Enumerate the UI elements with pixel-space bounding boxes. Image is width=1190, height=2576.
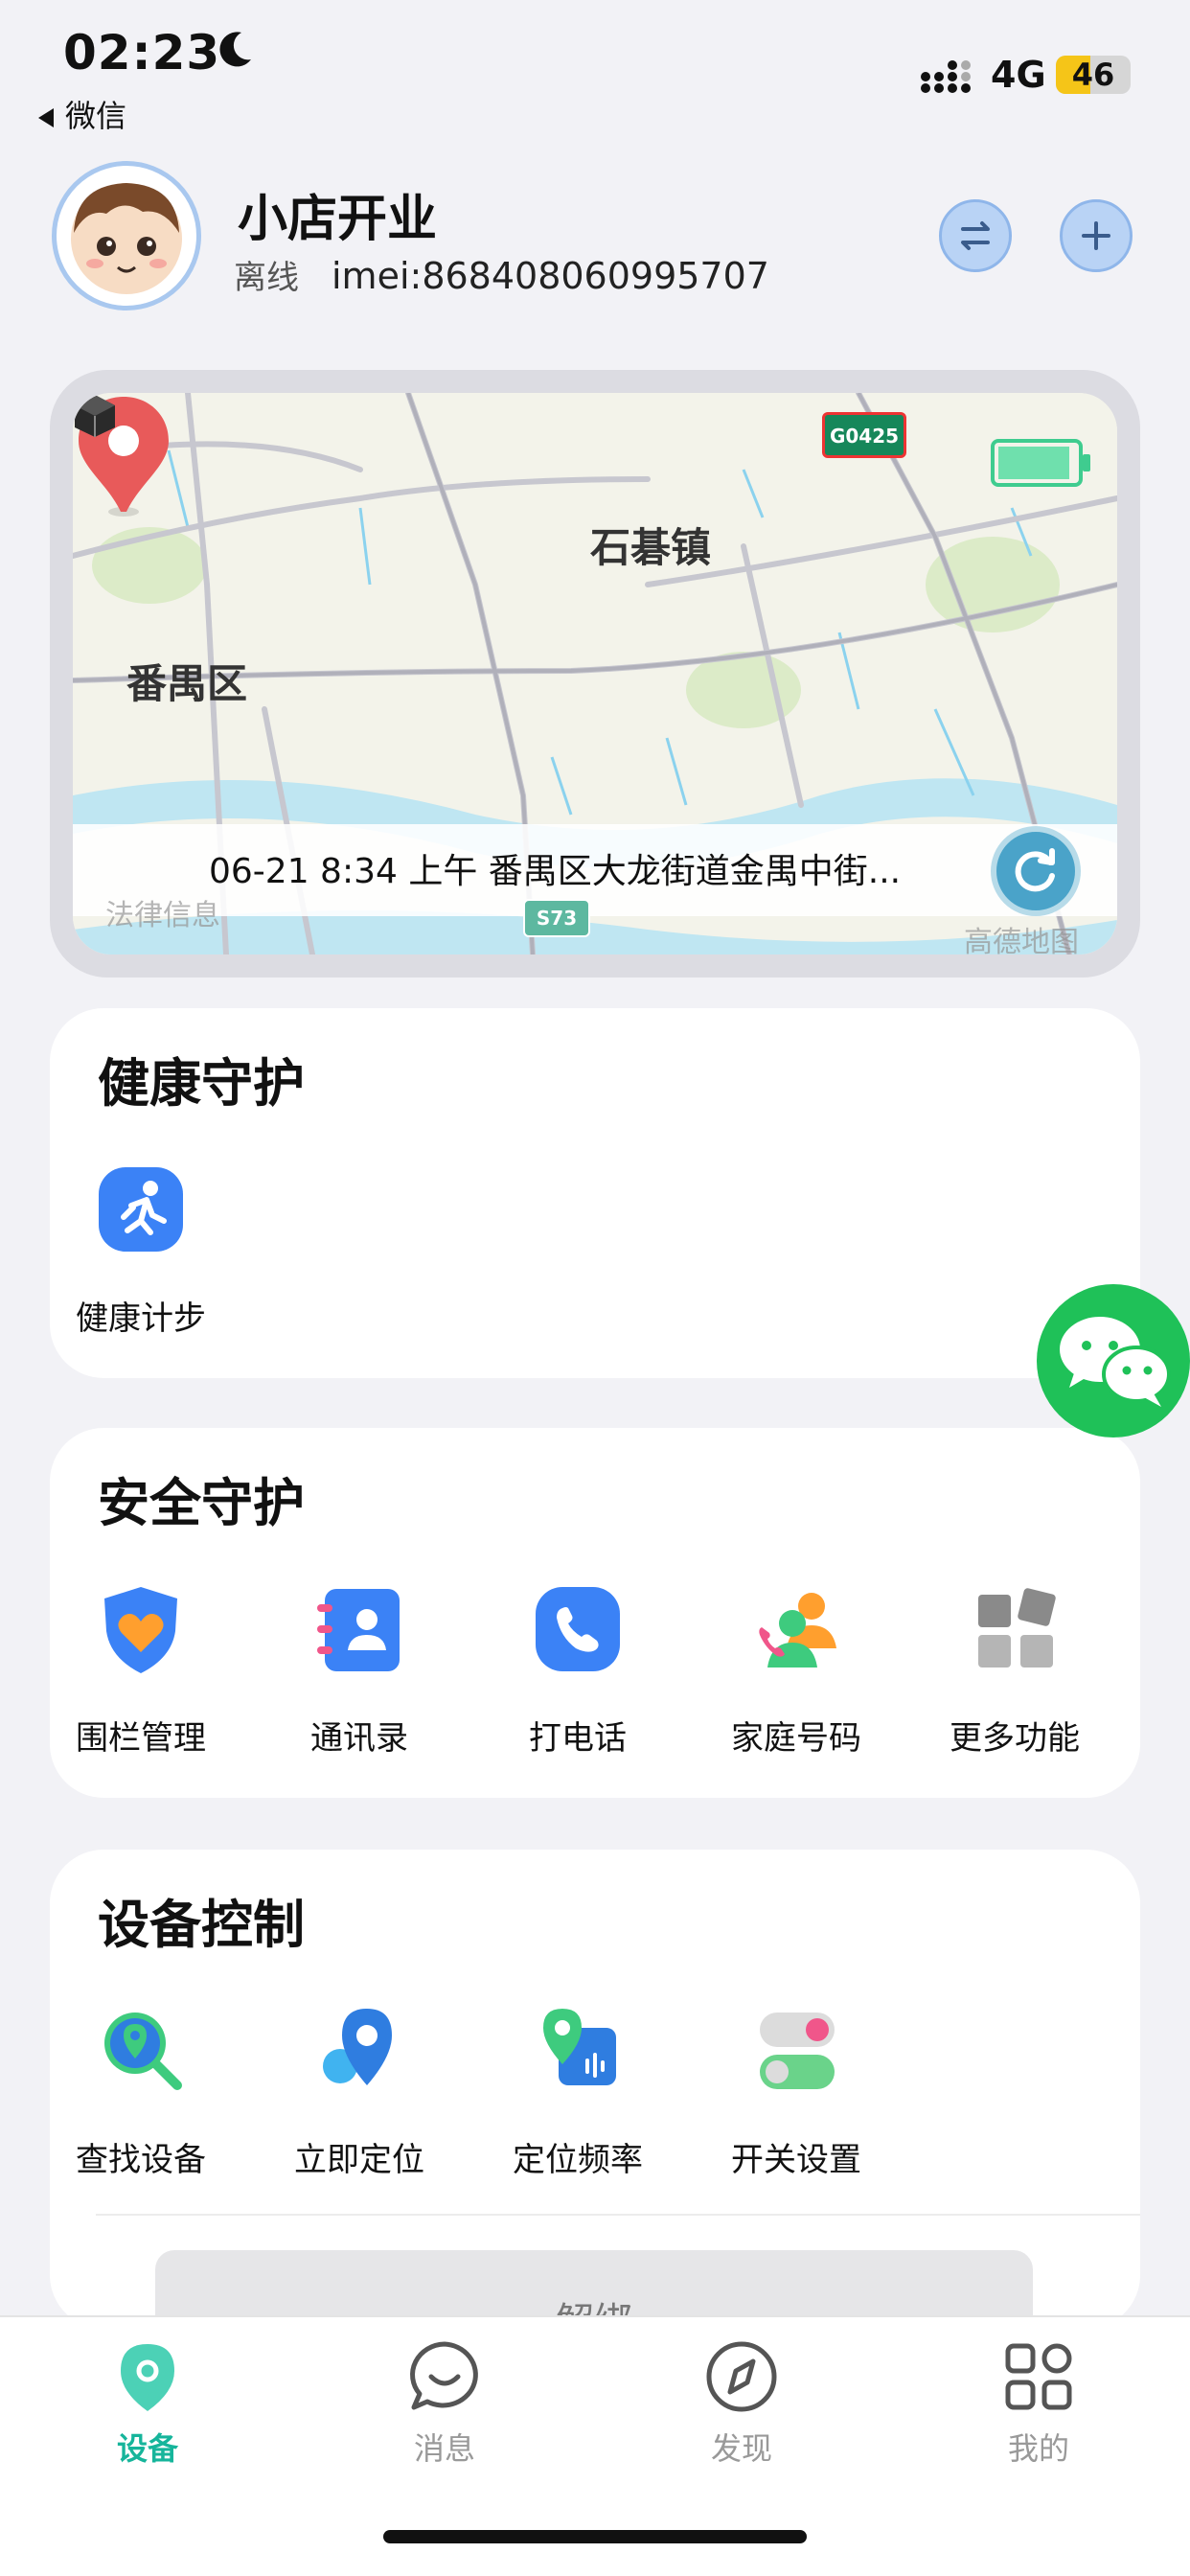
switch-device-button[interactable] — [939, 199, 1012, 272]
compass-icon — [703, 2338, 780, 2415]
tab-device[interactable]: 设备 — [61, 2338, 234, 2469]
contacts-item[interactable]: 通讯录 — [268, 1581, 450, 1759]
location-frequency-icon — [530, 2003, 626, 2099]
family-number-item[interactable]: 家庭号码 — [705, 1581, 887, 1759]
grid-icon — [1000, 2338, 1077, 2415]
status-time: 02:23 — [63, 25, 221, 80]
map-legal-watermark[interactable]: 法律信息 — [105, 891, 220, 933]
message-icon — [406, 2338, 483, 2415]
device-battery-icon — [991, 439, 1090, 487]
tab-discover-label: 发现 — [710, 2430, 772, 2467]
back-to-wechat-link[interactable]: 微信 — [38, 92, 126, 136]
road-badge-s73: S73 — [523, 899, 590, 937]
signal-icon — [921, 60, 971, 93]
address-text: 06-21 8:34 上午 番禺区大龙街道金禺中街... — [209, 852, 902, 891]
more-features-item[interactable]: 更多功能 — [924, 1581, 1106, 1759]
wechat-icon — [1060, 1317, 1171, 1407]
locate-now-icon — [311, 2003, 407, 2099]
more-features-label: 更多功能 — [950, 1719, 1080, 1758]
device-status-line: 离线 imei:868408060995707 — [234, 251, 769, 298]
safety-card: 安全守护 围栏管理 通讯录 打电话 家庭号码 更多功能 — [50, 1428, 1140, 1798]
grid-more-icon — [967, 1581, 1063, 1677]
tab-messages-label: 消息 — [413, 2430, 475, 2467]
health-step-label: 健康计步 — [76, 1300, 206, 1338]
find-device-label: 查找设备 — [76, 2141, 206, 2179]
safety-section-title: 安全守护 — [98, 1473, 305, 1533]
refresh-icon — [1015, 848, 1055, 892]
home-indicator[interactable] — [383, 2530, 807, 2543]
location-frequency-item[interactable]: 定位频率 — [487, 2003, 669, 2180]
tab-device-label: 设备 — [116, 2430, 178, 2467]
device-title: 小店开业 — [238, 191, 438, 248]
fence-management-label: 围栏管理 — [76, 1719, 206, 1758]
map-card: 石碁镇 番禺区 G0425 06-21 8:34 上午 番禺区大龙街道金禺中街.… — [50, 370, 1140, 978]
back-app-label: 微信 — [65, 98, 127, 134]
call-label: 打电话 — [529, 1719, 627, 1758]
network-type: 4G — [991, 54, 1046, 96]
family-number-label: 家庭号码 — [731, 1719, 861, 1758]
call-item[interactable]: 打电话 — [487, 1581, 669, 1759]
amap-watermark: 高德地图 — [964, 926, 1079, 954]
imei-text: imei:868408060995707 — [332, 255, 769, 297]
wechat-float-button[interactable] — [1037, 1284, 1190, 1438]
switch-settings-item[interactable]: 开关设置 — [705, 2003, 887, 2180]
location-map[interactable]: 石碁镇 番禺区 G0425 06-21 8:34 上午 番禺区大龙街道金禺中街.… — [73, 393, 1117, 954]
avatar[interactable] — [52, 161, 201, 310]
contacts-label: 通讯录 — [310, 1719, 408, 1758]
cartoon-face-icon — [71, 183, 182, 294]
map-label-district: 番禺区 — [126, 660, 248, 707]
locate-now-item[interactable]: 立即定位 — [268, 2003, 450, 2180]
divider — [96, 2214, 1140, 2216]
device-battery-nub — [1083, 454, 1090, 472]
battery-level: 46 — [1071, 57, 1115, 93]
battery-indicator: 46 — [1056, 56, 1131, 94]
tab-messages[interactable]: 消息 — [358, 2338, 531, 2469]
location-frequency-label: 定位频率 — [513, 2141, 643, 2179]
map-label-town: 石碁镇 — [590, 524, 712, 571]
health-section-title: 健康守护 — [98, 1053, 305, 1114]
health-card: 健康守护 健康计步 — [50, 1008, 1140, 1378]
health-step-item[interactable]: 健康计步 — [50, 1162, 232, 1339]
phone-icon — [530, 1581, 626, 1677]
add-device-button[interactable] — [1060, 199, 1133, 272]
back-arrow-icon — [38, 108, 54, 127]
swap-icon — [961, 221, 990, 250]
moon-icon — [219, 32, 251, 67]
find-device-item[interactable]: 查找设备 — [50, 2003, 232, 2180]
find-device-icon — [93, 2003, 189, 2099]
road-badge-g0425: G0425 — [822, 412, 906, 458]
switch-settings-label: 开关设置 — [731, 2141, 861, 2179]
locate-now-label: 立即定位 — [294, 2141, 424, 2179]
tab-mine-label: 我的 — [1007, 2430, 1069, 2467]
cube-icon — [75, 395, 115, 437]
status-bar: 02:23 微信 4G 46 — [0, 0, 1190, 144]
device-battery-fill — [998, 447, 1069, 479]
fence-management-item[interactable]: 围栏管理 — [50, 1581, 232, 1759]
plus-icon — [1082, 221, 1110, 250]
toggle-settings-icon — [748, 2003, 844, 2099]
shield-heart-icon — [93, 1581, 189, 1677]
online-status: 离线 — [234, 259, 299, 297]
tab-discover[interactable]: 发现 — [655, 2338, 828, 2469]
control-section-title: 设备控制 — [98, 1895, 305, 1955]
running-icon — [93, 1162, 189, 1257]
device-pin-icon — [109, 2338, 186, 2415]
family-call-icon — [748, 1581, 844, 1677]
tab-mine[interactable]: 我的 — [952, 2338, 1125, 2469]
refresh-location-button[interactable] — [991, 826, 1081, 916]
contacts-icon — [311, 1581, 407, 1677]
